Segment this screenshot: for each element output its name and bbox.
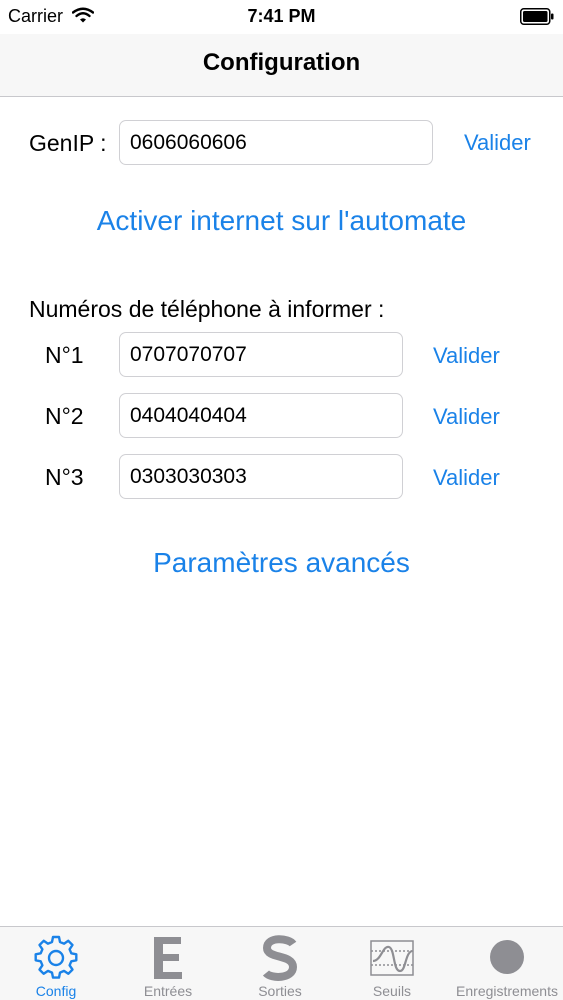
phone-3-validate-button[interactable]: Valider (433, 465, 500, 491)
tab-enregistrements-label: Enregistrements (456, 983, 558, 999)
phone-2-label: N°2 (45, 403, 84, 429)
phone-1-input[interactable] (119, 332, 403, 377)
letter-e-icon (154, 937, 182, 979)
tab-config[interactable]: Config (0, 927, 112, 1000)
phone-3-input[interactable] (119, 454, 403, 499)
tab-enregistrements[interactable]: Enregistrements (451, 927, 563, 1000)
tab-entrees[interactable]: Entrées (112, 927, 224, 1000)
activate-internet-link[interactable]: Activer internet sur l'automate (0, 205, 563, 237)
phone-2-input[interactable] (119, 393, 403, 438)
tab-bar: Config Entrées Sorties Seuils Enregistre… (0, 926, 563, 1000)
threshold-curve-icon (370, 940, 414, 976)
tab-entrees-label: Entrées (143, 983, 193, 999)
tab-sorties-label: Sorties (258, 983, 302, 999)
tab-config-label: Config (35, 983, 77, 999)
navigation-bar: Configuration (0, 34, 563, 97)
page-title: Configuration (202, 49, 361, 76)
genip-label: GenIP : (29, 130, 107, 156)
phone-1-validate-button[interactable]: Valider (433, 343, 500, 369)
phone-3-label: N°3 (45, 464, 84, 490)
tab-seuils[interactable]: Seuils (336, 927, 448, 1000)
letter-s-icon (262, 935, 298, 981)
tab-sorties[interactable]: Sorties (224, 927, 336, 1000)
gear-icon (34, 935, 78, 979)
genip-input[interactable] (119, 120, 433, 165)
genip-validate-button[interactable]: Valider (464, 130, 531, 156)
record-circle-icon (490, 940, 524, 974)
advanced-settings-link[interactable]: Paramètres avancés (0, 547, 563, 579)
clock: 7:41 PM (247, 6, 316, 26)
phone-numbers-heading: Numéros de téléphone à informer : (29, 296, 385, 322)
phone-1-label: N°1 (45, 342, 84, 368)
status-bar: Carrier 7:41 PM (0, 0, 563, 34)
battery-icon (520, 8, 554, 25)
phone-2-validate-button[interactable]: Valider (433, 404, 500, 430)
tab-seuils-label: Seuils (372, 983, 412, 999)
